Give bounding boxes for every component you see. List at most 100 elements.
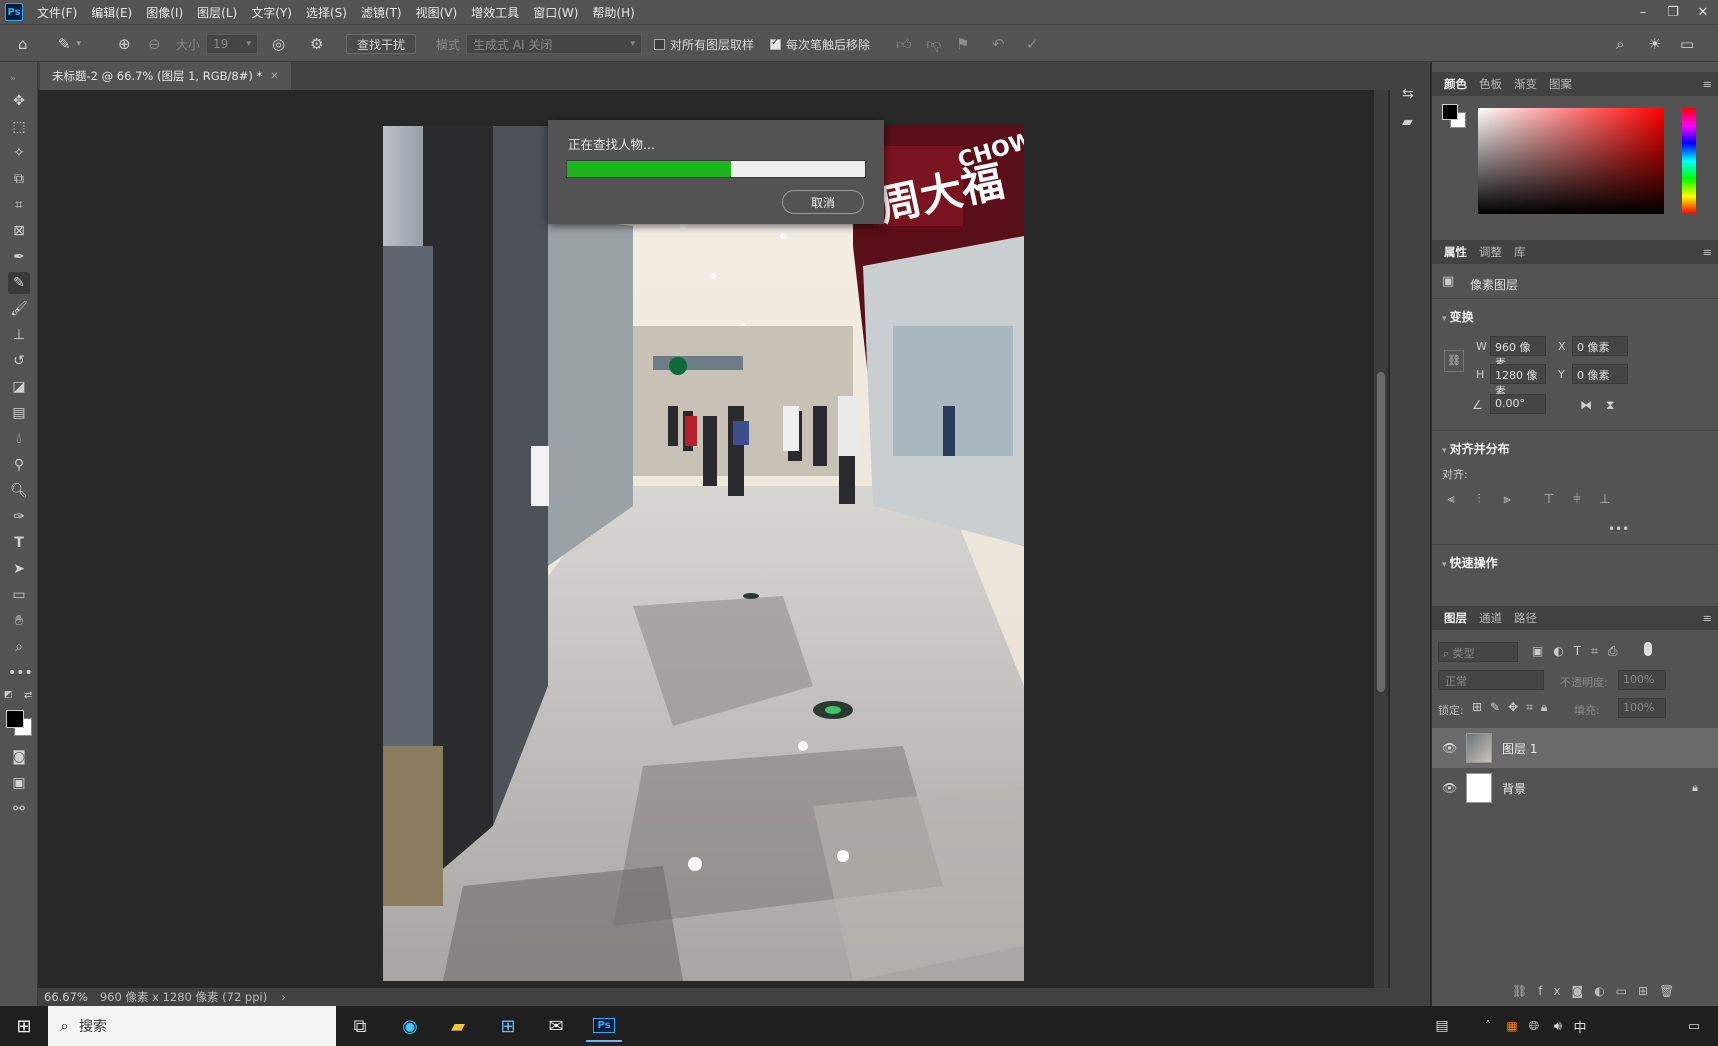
menu-select[interactable]: 选择(S) xyxy=(306,4,347,21)
menu-edit[interactable]: 编辑(E) xyxy=(91,4,132,21)
undo-icon[interactable]: ↶ xyxy=(992,34,1005,54)
task-view-icon[interactable]: ⧉ xyxy=(342,1012,378,1040)
panel-menu-icon[interactable]: ≡ xyxy=(1702,77,1712,91)
subtract-mode-icon[interactable]: ⊖ xyxy=(148,34,161,54)
eyedropper-tool-icon[interactable]: ✒ xyxy=(8,246,30,268)
close-icon[interactable]: ✕ xyxy=(1688,5,1718,20)
tab-adjustments[interactable]: 调整 xyxy=(1479,244,1502,260)
history-panel-icon[interactable]: ⇆ xyxy=(1402,86,1414,102)
gear-icon[interactable]: ⚙ xyxy=(310,34,323,54)
blend-mode-select[interactable]: 正常 xyxy=(1438,670,1544,690)
flag-icon[interactable]: ⚑ xyxy=(956,34,969,54)
ime-indicator[interactable]: 中 xyxy=(1562,1012,1598,1040)
dodge-tool-icon[interactable]: ⚲ xyxy=(8,454,30,476)
marquee-tool-icon[interactable]: ⬚ xyxy=(8,116,30,138)
windows-start-icon[interactable]: ⊞ xyxy=(6,1012,42,1040)
mode-select[interactable]: 生成式 AI 关闭 ▾ xyxy=(466,34,642,54)
discover-bulb-icon[interactable]: ☀ xyxy=(1648,34,1661,54)
comments-panel-icon[interactable]: ▰ xyxy=(1402,114,1413,130)
flip-vertical-icon[interactable]: ⧗ xyxy=(1606,398,1614,413)
menu-help[interactable]: 帮助(H) xyxy=(592,4,634,21)
height-input[interactable]: 1280 像素 xyxy=(1490,364,1546,398)
menu-plugins[interactable]: 增效工具 xyxy=(471,4,519,21)
align-top-icon[interactable]: ⊤ xyxy=(1540,492,1558,508)
gradient-tool-icon[interactable]: ▤ xyxy=(8,402,30,424)
eraser-tool-icon[interactable]: ◪ xyxy=(8,376,30,398)
pressure-icon[interactable]: ◎ xyxy=(272,34,285,54)
flip-horizontal-icon[interactable]: ⧓ xyxy=(1580,398,1592,412)
align-right-icon[interactable]: ⫸ xyxy=(1498,492,1516,508)
news-widget-icon[interactable]: ▤ xyxy=(1424,1012,1460,1040)
sample-all-layers-checkbox[interactable]: 对所有图层取样 xyxy=(654,34,754,54)
screen-mode-icon[interactable]: ▣ xyxy=(8,772,30,794)
layer-row[interactable]: 👁︎ 图层 1 xyxy=(1432,728,1718,768)
blur-tool-icon[interactable]: 💧︎ xyxy=(8,428,30,450)
foreground-color-swatch[interactable] xyxy=(6,710,24,728)
thumbs-down-icon[interactable]: 👎︎ xyxy=(926,34,941,54)
file-explorer-icon[interactable]: ▰ xyxy=(440,1012,476,1040)
swap-colors-icon[interactable]: ⇄ xyxy=(24,690,32,701)
zoom-tool-icon[interactable]: ⌕ xyxy=(8,636,30,658)
brush-tool-icon[interactable]: 🖌︎ xyxy=(8,298,30,320)
menu-image[interactable]: 图像(I) xyxy=(146,4,183,21)
width-input[interactable]: 960 像素 xyxy=(1490,336,1546,370)
align-left-icon[interactable]: ⫷ xyxy=(1442,492,1460,508)
minimize-icon[interactable]: – xyxy=(1628,5,1658,20)
layer-filter-select[interactable]: ⌕ 类型 xyxy=(1438,642,1518,662)
home-icon[interactable]: ⌂ xyxy=(18,34,28,54)
move-tool-icon[interactable]: ✥ xyxy=(8,90,30,112)
workspace-icon[interactable]: ▭ xyxy=(1680,34,1694,54)
align-center-h-icon[interactable]: ⫶ xyxy=(1470,492,1488,508)
align-middle-v-icon[interactable]: ⫩ xyxy=(1568,492,1586,508)
type-tool-icon[interactable]: T xyxy=(8,532,30,554)
menu-layer[interactable]: 图层(L) xyxy=(197,4,237,21)
lock-icons[interactable]: ⊞✎✥⌗🔒︎ xyxy=(1472,700,1555,715)
store-icon[interactable]: ⊞ xyxy=(490,1012,526,1040)
tab-paths[interactable]: 路径 xyxy=(1514,610,1537,626)
thumbs-up-icon[interactable]: 👍︎ xyxy=(896,34,912,54)
status-arrow-icon[interactable]: › xyxy=(281,990,286,1004)
layer-filter-icons[interactable]: ▣◐T⌗⎙ xyxy=(1532,644,1628,659)
fg-color-chip[interactable] xyxy=(1442,104,1458,120)
find-distractions-button[interactable]: 查找干扰 xyxy=(346,34,417,54)
add-mode-icon[interactable]: ⊕ xyxy=(118,34,131,54)
opacity-input[interactable]: 100% xyxy=(1618,670,1666,690)
tab-properties[interactable]: 属性 xyxy=(1444,244,1467,260)
default-colors-icon[interactable]: ◩ xyxy=(4,690,13,700)
path-select-tool-icon[interactable]: ➤ xyxy=(8,558,30,580)
size-input[interactable]: 19 ▾ xyxy=(206,34,258,54)
crop-tool-icon[interactable]: ⌗ xyxy=(8,194,30,216)
tab-libraries[interactable]: 库 xyxy=(1514,244,1526,260)
y-input[interactable]: 0 像素 xyxy=(1572,364,1628,384)
quick-select-tool-icon[interactable]: ✧ xyxy=(8,142,30,164)
content-credentials-icon[interactable]: ⚯ xyxy=(8,798,30,820)
collapse-toolbar-icon[interactable]: » xyxy=(2,68,24,90)
close-tab-icon[interactable]: ✕ xyxy=(270,71,278,82)
quick-mask-icon[interactable]: ◙ xyxy=(8,746,30,768)
menu-type[interactable]: 文字(Y) xyxy=(251,4,292,21)
mail-icon[interactable]: ✉ xyxy=(538,1012,574,1040)
panel-menu-icon[interactable]: ≡ xyxy=(1702,611,1712,625)
angle-input[interactable]: 0.00° xyxy=(1490,394,1546,414)
document-canvas-image[interactable]: 周大福 CHOW xyxy=(383,126,1024,981)
tab-channels[interactable]: 通道 xyxy=(1479,610,1502,626)
menu-file[interactable]: 文件(F) xyxy=(37,4,77,21)
clone-stamp-tool-icon[interactable]: ⊥ xyxy=(8,324,30,346)
object-select-tool-icon[interactable]: ⧉ xyxy=(8,168,30,190)
more-tools-icon[interactable]: ••• xyxy=(8,662,33,684)
rectangle-tool-icon[interactable]: ▭ xyxy=(8,584,30,606)
vertical-scroll-thumb[interactable] xyxy=(1377,372,1385,692)
hand-tool-icon[interactable]: ✋︎ xyxy=(8,610,30,632)
restore-icon[interactable]: ❐ xyxy=(1658,5,1688,20)
panel-menu-icon[interactable]: ≡ xyxy=(1702,245,1712,259)
vertical-scrollbar[interactable] xyxy=(1374,90,1388,988)
eye-icon[interactable]: 👁︎ xyxy=(1442,781,1460,795)
burn-tool-icon[interactable]: 🔍︎ xyxy=(8,480,30,502)
tab-color[interactable]: 颜色 xyxy=(1444,76,1467,92)
align-bottom-icon[interactable]: ⊥ xyxy=(1596,492,1614,508)
commit-check-icon[interactable]: ✓ xyxy=(1026,34,1039,54)
frame-tool-icon[interactable]: ⊠ xyxy=(8,220,30,242)
history-brush-tool-icon[interactable]: ↺ xyxy=(8,350,30,372)
zoom-level[interactable]: 66.67% xyxy=(44,990,88,1004)
color-field[interactable] xyxy=(1478,108,1664,214)
